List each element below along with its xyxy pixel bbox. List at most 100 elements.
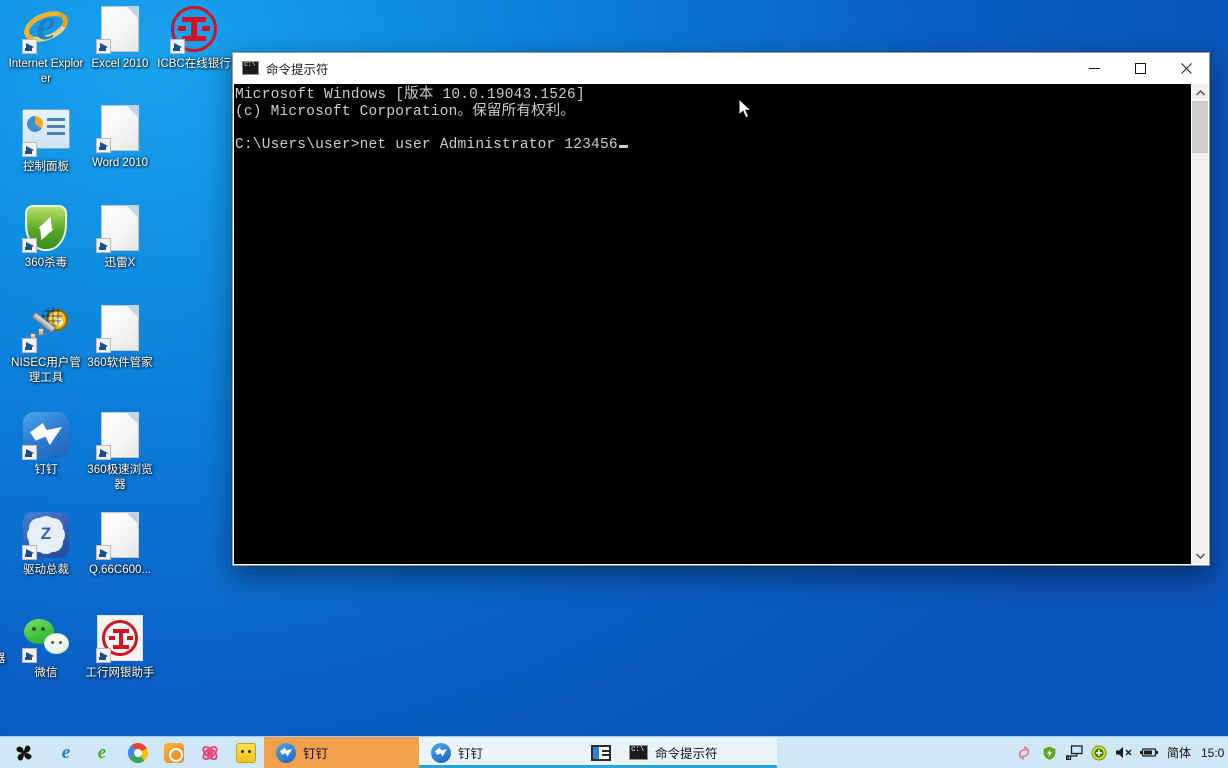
icbc-online-bank-icon xyxy=(170,6,218,54)
desktop-icon-excel-shortcut[interactable]: Excel 2010 xyxy=(82,6,158,72)
clipped-icon-label: 器 xyxy=(0,652,6,667)
console-output-area[interactable]: Microsoft Windows [版本 10.0.19043.1526] (… xyxy=(234,84,1191,564)
internet-explorer-icon: e xyxy=(19,2,73,54)
update-tray-icon[interactable] xyxy=(1087,745,1112,761)
ime-indicator[interactable]: 简体 xyxy=(1162,744,1196,761)
shortcut-overlay-icon xyxy=(96,39,111,54)
desktop-icon-nisec-user-tool[interactable]: NISEC用户管理工具 xyxy=(8,305,84,386)
chrome-quick-icon[interactable] xyxy=(120,737,156,768)
desktop-icon-label: Q.66C600... xyxy=(88,564,151,576)
drive-the-life-icon xyxy=(22,512,70,560)
desktop-icon-word-shortcut[interactable]: Word 2010 xyxy=(82,105,158,171)
chevron-up-icon[interactable] xyxy=(1192,84,1208,101)
system-tray: 简体 15:0 xyxy=(1012,737,1228,768)
desktop-icon-drive-the-life[interactable]: 驱动总裁 xyxy=(8,512,84,578)
icbc-ebank-helper-icon xyxy=(96,615,144,663)
shortcut-overlay-icon xyxy=(96,138,111,153)
shortcut-overlay-icon xyxy=(22,238,37,253)
desktop-icon-wechat[interactable]: 微信 xyxy=(8,615,84,681)
360-browser-quick-icon[interactable] xyxy=(156,737,192,768)
360-shield-tray-icon[interactable] xyxy=(1037,744,1062,761)
desktop-icon-label: 钉钉 xyxy=(34,464,58,476)
nisec-user-tool-icon xyxy=(22,305,70,353)
desktop-icon-label: 驱动总裁 xyxy=(23,564,69,576)
360-antivirus-icon xyxy=(22,205,70,253)
taskbar-button-file-explorer[interactable] xyxy=(579,737,617,768)
desktop-icon-label: 360杀毒 xyxy=(24,257,68,269)
quick-launch-bar: ee xyxy=(48,737,264,768)
desktop-icon-area: e Internet Explorer Excel 2010 ICBC在线银行控制面板… xyxy=(0,0,232,720)
word-shortcut-icon xyxy=(96,105,144,153)
close-button[interactable] xyxy=(1163,53,1209,83)
desktop-icon-internet-explorer[interactable]: e Internet Explorer xyxy=(8,2,84,87)
scrollbar-thumb[interactable] xyxy=(1192,101,1208,153)
shortcut-overlay-icon xyxy=(96,238,111,253)
command-prompt-icon xyxy=(242,61,259,75)
taskbar-button-钉钉[interactable]: 钉钉 xyxy=(264,737,419,768)
console-command-text: C:\Users\user>net user Administrator 123… xyxy=(235,136,618,153)
taskbar[interactable]: ee 钉钉 钉钉 命令提示符 xyxy=(0,736,1228,768)
desktop-icon-label: Excel 2010 xyxy=(91,58,149,70)
command-prompt-window[interactable]: 命令提示符 Microsoft Windows [版本 10.0.19043.1… xyxy=(232,52,1210,566)
task-button-group: 钉钉 钉钉 命令提示符 xyxy=(264,737,777,768)
desktop-icon-control-panel[interactable]: 控制面板 xyxy=(8,105,84,175)
wechat-icon xyxy=(22,615,70,663)
dingtalk-icon xyxy=(276,742,296,763)
desktop-icon-icbc-online-bank[interactable]: ICBC在线银行 xyxy=(156,6,232,72)
desktop-icon-label: 工行网银助手 xyxy=(85,667,155,679)
minimize-button[interactable] xyxy=(1071,53,1117,83)
excel-shortcut-icon xyxy=(96,6,144,54)
shortcut-overlay-icon xyxy=(22,648,37,663)
green-e-browser-quick-icon[interactable]: e xyxy=(84,737,120,768)
scrollbar-track[interactable] xyxy=(1192,101,1208,547)
desktop-icon-q66c600-file[interactable]: Q.66C600... xyxy=(82,512,158,578)
desktop-icon-label: NISEC用户管理工具 xyxy=(11,357,81,384)
window-body: Microsoft Windows [版本 10.0.19043.1526] (… xyxy=(233,84,1209,565)
desktop-icon-label: 迅雷X xyxy=(104,257,136,269)
desktop-icon-360-antivirus[interactable]: 360杀毒 xyxy=(8,205,84,271)
internet-explorer-quick-icon[interactable]: e xyxy=(48,737,84,768)
taskbar-button-label: 钉钉 xyxy=(303,747,329,761)
desktop-icon-label: Word 2010 xyxy=(91,157,149,169)
shortcut-overlay-icon xyxy=(22,445,37,460)
desktop-icon-dingtalk[interactable]: 钉钉 xyxy=(8,412,84,478)
taskbar-button-label: 命令提示符 xyxy=(655,747,718,761)
shortcut-overlay-icon xyxy=(170,39,185,54)
shortcut-overlay-icon xyxy=(22,39,37,54)
taskbar-button-label: 钉钉 xyxy=(458,747,484,761)
taskbar-button-钉钉[interactable]: 钉钉 xyxy=(419,737,579,768)
desktop-icon-label: ICBC在线银行 xyxy=(157,58,231,70)
taskbar-button-命令提示符[interactable]: 命令提示符 xyxy=(617,737,777,768)
network-tray-icon[interactable] xyxy=(1062,745,1087,760)
chevron-down-icon[interactable] xyxy=(1192,547,1208,564)
text-caret xyxy=(618,144,628,148)
360-speed-tray-icon[interactable] xyxy=(1012,745,1037,761)
console-line: (c) Microsoft Corporation。保留所有权利。 xyxy=(235,103,576,120)
shortcut-overlay-icon xyxy=(96,338,111,353)
desktop-icon-label: Internet Explorer xyxy=(8,58,84,85)
start-button[interactable] xyxy=(0,737,48,768)
shortcut-overlay-icon xyxy=(96,648,111,663)
atom-app-quick-icon[interactable] xyxy=(192,737,228,768)
desktop-icon-label: 360软件管家 xyxy=(87,357,153,369)
desktop-icon-thunder-x[interactable]: 迅雷X xyxy=(82,205,158,271)
shortcut-overlay-icon xyxy=(22,142,37,157)
maximize-button[interactable] xyxy=(1117,53,1163,83)
shortcut-overlay-icon xyxy=(96,445,111,460)
desktop-icon-icbc-ebank-helper[interactable]: 工行网银助手 xyxy=(82,615,158,681)
yellow-app-quick-icon[interactable] xyxy=(228,737,264,768)
360-software-manager-icon xyxy=(96,305,144,353)
console-prompt-line: C:\Users\user>net user Administrator 123… xyxy=(235,137,1191,154)
desktop-icon-360-chrome-browser[interactable]: 360极速浏览器 xyxy=(82,412,158,493)
window-title-bar[interactable]: 命令提示符 xyxy=(233,53,1209,84)
360-chrome-browser-icon xyxy=(96,412,144,460)
dingtalk-icon xyxy=(431,742,451,763)
volume-muted-tray-icon[interactable] xyxy=(1112,745,1137,760)
console-scrollbar[interactable] xyxy=(1191,84,1208,564)
battery-tray-icon[interactable] xyxy=(1137,746,1162,759)
desktop-icon-360-software-manager[interactable]: 360软件管家 xyxy=(82,305,158,371)
clock[interactable]: 15:0 xyxy=(1196,746,1228,760)
desktop-icon-label: 控制面板 xyxy=(23,161,69,173)
thunder-x-icon xyxy=(96,205,144,253)
